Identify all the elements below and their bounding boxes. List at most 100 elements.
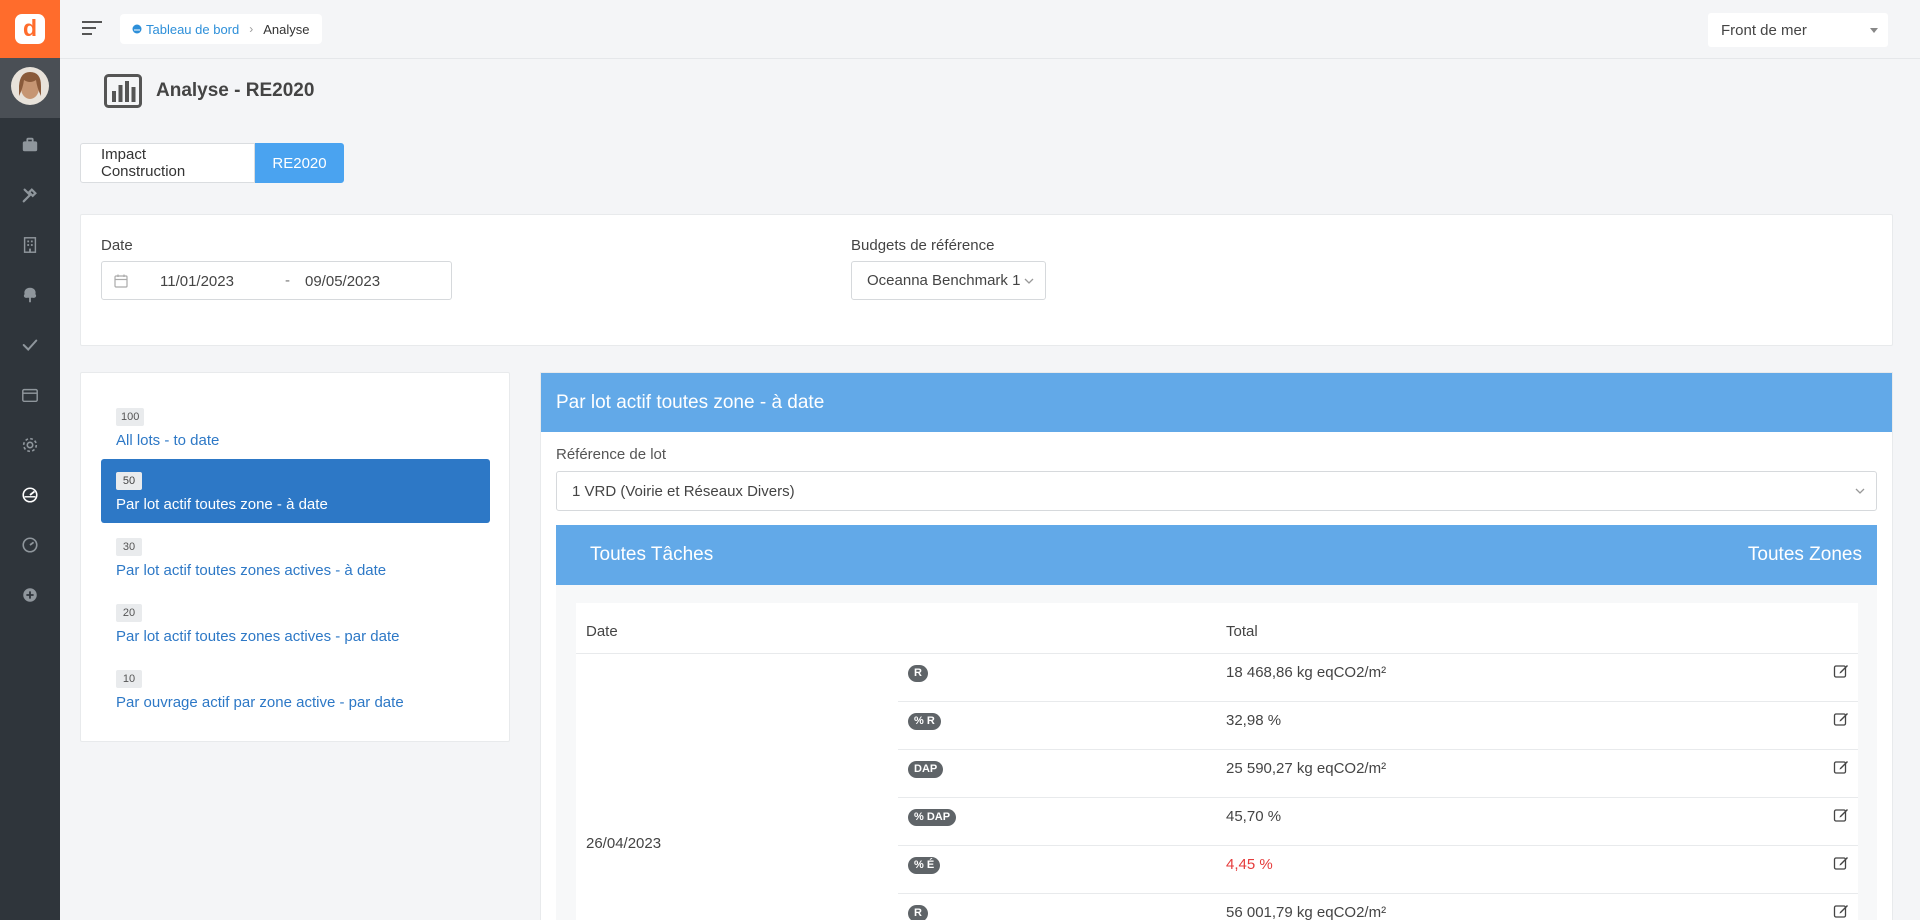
breadcrumb-home-link[interactable]: Tableau de bord	[132, 22, 239, 37]
edit-icon[interactable]	[1833, 759, 1849, 775]
gauge-icon	[22, 537, 38, 553]
gear-icon	[22, 437, 38, 453]
zones-scope-label: Toutes Zones	[1747, 544, 1862, 565]
list-item-label: Par lot actif toutes zones actives - par…	[116, 628, 400, 645]
lot-reference-select[interactable]: 1 VRD (Voirie et Réseaux Divers)	[556, 471, 1877, 511]
table-divider	[898, 893, 1858, 894]
sidebar-user-avatar[interactable]	[0, 58, 60, 118]
tab-impact-construction[interactable]: Impact Construction	[80, 143, 255, 183]
edit-icon[interactable]	[1833, 807, 1849, 823]
metric-tag: R	[908, 665, 928, 682]
table-divider	[898, 749, 1858, 750]
list-item-badge: 50	[116, 472, 142, 490]
tree-icon	[23, 287, 37, 303]
column-header-date: Date	[586, 623, 618, 640]
metric-value-alert: 4,45 %	[1226, 856, 1273, 873]
sidebar-item-projects[interactable]	[0, 120, 60, 170]
edit-icon[interactable]	[1833, 711, 1849, 727]
app-logo[interactable]: d	[0, 0, 60, 58]
page-header: Analyse - RE2020	[104, 74, 314, 108]
list-item-label: All lots - to date	[116, 432, 220, 449]
list-item-badge: 20	[116, 604, 142, 622]
filter-card: Date 11/01/2023 - 09/05/2023 Budgets de …	[80, 214, 1893, 346]
date-separator: -	[285, 272, 290, 289]
menu-toggle-icon[interactable]	[82, 20, 104, 36]
budget-select-value: Oceanna Benchmark 1	[867, 272, 1021, 289]
sidebar-item-add[interactable]	[0, 570, 60, 620]
site-select[interactable]: Front de mer	[1708, 13, 1888, 47]
sidebar-item-buildings[interactable]	[0, 220, 60, 270]
sidebar-item-settings[interactable]	[0, 420, 60, 470]
list-item-label: Par ouvrage actif par zone active - par …	[116, 694, 404, 711]
breadcrumb-current: Analyse	[263, 21, 310, 37]
list-item-analysis-active[interactable]: 50 Par lot actif toutes zone - à date	[101, 459, 490, 523]
sidebar-item-reports[interactable]	[0, 520, 60, 570]
page-title: Analyse - RE2020	[156, 80, 315, 101]
metric-tag: % É	[908, 857, 941, 874]
list-item-badge: 10	[116, 670, 142, 688]
date-range-picker[interactable]: 11/01/2023 - 09/05/2023	[101, 261, 452, 300]
row-date: 26/04/2023	[586, 835, 662, 852]
edit-icon[interactable]	[1833, 663, 1849, 679]
folder-icon	[22, 388, 38, 403]
edit-icon[interactable]	[1833, 903, 1849, 919]
chevron-down-icon	[1855, 488, 1865, 494]
sidebar-item-tasks[interactable]	[0, 320, 60, 370]
results-table: Date Total 26/04/2023 R 18 468,86 kg eqC…	[576, 603, 1858, 920]
metric-value: 18 468,86 kg eqCO2/m²	[1226, 664, 1387, 681]
dashboard-icon	[132, 24, 142, 34]
breadcrumb-separator-icon: ›	[249, 22, 254, 36]
chevron-down-icon	[1024, 278, 1034, 284]
metric-value: 32,98 %	[1226, 712, 1282, 729]
budget-label: Budgets de référence	[851, 237, 995, 254]
date-label: Date	[101, 237, 133, 254]
list-item-label: Par lot actif toutes zones actives - à d…	[116, 562, 387, 579]
sidebar-item-environment[interactable]	[0, 270, 60, 320]
edit-icon[interactable]	[1833, 855, 1849, 871]
list-item-label: Par lot actif toutes zone - à date	[116, 496, 328, 513]
metric-value: 45,70 %	[1226, 808, 1282, 825]
tab-re2020[interactable]: RE2020	[255, 143, 344, 183]
table-divider	[576, 653, 1858, 654]
list-item-analysis[interactable]: 100 All lots - to date	[101, 395, 490, 459]
table-divider	[898, 845, 1858, 846]
tools-icon	[22, 188, 37, 203]
results-panel: Par lot actif toutes zone - à date Référ…	[540, 372, 1893, 920]
date-end-value[interactable]: 09/05/2023	[305, 273, 380, 290]
sidebar-item-documents[interactable]	[0, 370, 60, 420]
column-header-total: Total	[1226, 623, 1258, 640]
panel-title: Par lot actif toutes zone - à date	[541, 373, 1892, 432]
analysis-tabs: Impact Construction RE2020	[80, 143, 344, 183]
building-icon	[23, 237, 37, 253]
site-select-value: Front de mer	[1721, 21, 1807, 39]
list-item-analysis[interactable]: 20 Par lot actif toutes zones actives - …	[101, 591, 490, 655]
metric-tag: DAP	[908, 761, 944, 778]
table-divider	[898, 701, 1858, 702]
tasks-scope-label: Toutes Tâches	[590, 544, 714, 565]
lot-reference-label: Référence de lot	[556, 446, 667, 463]
sidebar-item-tools[interactable]	[0, 170, 60, 220]
topbar: Tableau de bord › Analyse Front de mer	[60, 0, 1920, 59]
analysis-list: 100 All lots - to date 50 Par lot actif …	[80, 372, 510, 742]
list-item-analysis[interactable]: 10 Par ouvrage actif par zone active - p…	[101, 657, 490, 721]
metric-value: 56 001,79 kg eqCO2/m²	[1226, 904, 1387, 920]
list-item-badge: 30	[116, 538, 142, 556]
budget-select[interactable]: Oceanna Benchmark 1	[851, 261, 1046, 300]
plus-circle-icon	[23, 588, 37, 602]
caret-down-icon	[1870, 28, 1878, 33]
date-start-value[interactable]: 11/01/2023	[160, 273, 234, 290]
metric-value: 25 590,27 kg eqCO2/m²	[1226, 760, 1387, 777]
sidebar: d	[0, 0, 60, 920]
app-logo-icon: d	[15, 14, 45, 44]
breadcrumb-home-label: Tableau de bord	[146, 21, 240, 37]
sidebar-item-analysis[interactable]	[0, 470, 60, 520]
lot-reference-value: 1 VRD (Voirie et Réseaux Divers)	[572, 483, 795, 500]
list-item-analysis[interactable]: 30 Par lot actif toutes zones actives - …	[101, 525, 490, 589]
scope-header: Toutes Tâches Toutes Zones	[556, 525, 1877, 585]
briefcase-icon	[22, 137, 38, 152]
metric-tag: % R	[908, 713, 941, 730]
bar-chart-icon	[104, 74, 142, 108]
metric-tag: R	[908, 905, 928, 920]
analysis-gauge-icon	[22, 487, 38, 503]
user-avatar-icon	[11, 67, 49, 105]
